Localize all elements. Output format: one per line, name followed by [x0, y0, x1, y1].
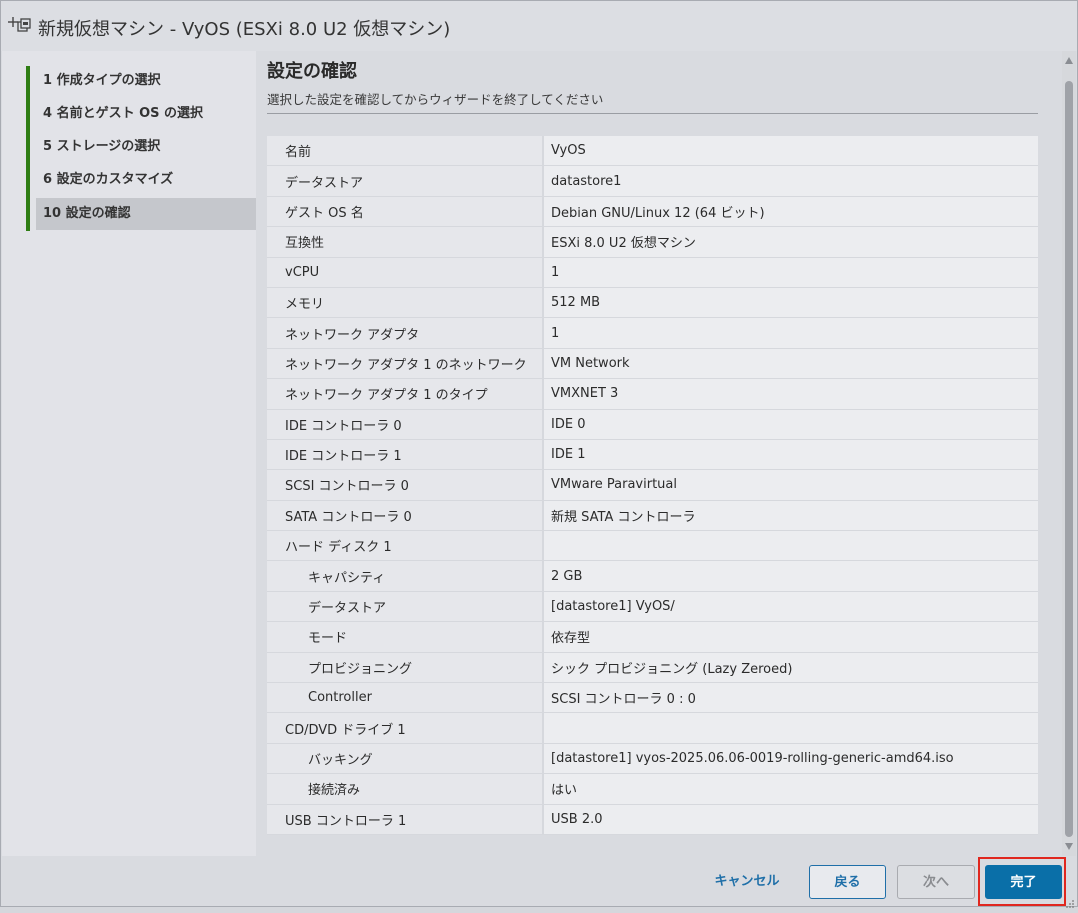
summary-row-key: 名前 [267, 136, 543, 167]
settings-summary-table: 名前 VyOS データストア datastore1 ゲスト OS 名 Debian GNU… [267, 136, 1038, 835]
summary-row: vCPU 1 [267, 257, 1038, 288]
summary-row-key: SATA コントローラ 0 [267, 500, 543, 532]
summary-row-key: メモリ [267, 287, 543, 319]
step-name-and-guest-os[interactable]: 4 名前とゲスト OS の選択 [36, 98, 256, 130]
summary-row-key: ゲスト OS 名 [267, 196, 543, 228]
summary-row-key: キャパシティ [267, 560, 543, 592]
summary-row: 接続済み はい [267, 773, 1038, 805]
summary-row-value: ESXi 8.0 U2 仮想マシン [542, 226, 1038, 258]
summary-row: CD/DVD ドライブ 1 [267, 712, 1038, 744]
scroll-up-arrow-icon[interactable] [1065, 57, 1073, 64]
resize-grip-icon[interactable] [1065, 894, 1075, 908]
back-button[interactable]: 戻る [809, 865, 886, 899]
summary-row-key: バッキング [267, 743, 543, 775]
summary-row-value: VM Network [542, 348, 1038, 380]
summary-row-key: データストア [267, 165, 543, 197]
summary-row: プロビジョニング シック プロビジョニング (Lazy Zeroed) [267, 652, 1038, 684]
main-content: 設定の確認 選択した設定を確認してからウィザードを終了してください 名前 VyOS… [256, 51, 1062, 856]
wizard-steps-sidebar: 1 作成タイプの選択 4 名前とゲスト OS の選択 5 ストレージの選択 6 … [2, 51, 256, 856]
step-select-creation-type[interactable]: 1 作成タイプの選択 [36, 65, 256, 97]
new-vm-icon [7, 15, 31, 37]
summary-row: IDE コントローラ 0 IDE 0 [267, 409, 1038, 440]
cancel-button[interactable]: キャンセル [701, 865, 793, 899]
page-subtitle: 選択した設定を確認してからウィザードを終了してください [267, 92, 604, 107]
summary-row: データストア [datastore1] VyOS/ [267, 591, 1038, 623]
scrollbar-thumb[interactable] [1065, 81, 1073, 837]
summary-row-key: Controller [267, 682, 543, 714]
summary-row: キャパシティ 2 GB [267, 560, 1038, 592]
summary-row-value: SCSI コントローラ 0 : 0 [542, 682, 1038, 714]
step-select-storage[interactable]: 5 ストレージの選択 [36, 131, 256, 163]
wizard-dialog: 新規仮想マシン - VyOS (ESXi 8.0 U2 仮想マシン) 1 作成タ… [0, 0, 1078, 908]
summary-row-value: VMXNET 3 [542, 378, 1038, 410]
dialog-title: 新規仮想マシン - VyOS (ESXi 8.0 U2 仮想マシン) [38, 19, 451, 40]
summary-row-value: はい [542, 773, 1038, 805]
summary-row: USB コントローラ 1 USB 2.0 [267, 804, 1038, 835]
summary-row: ネットワーク アダプタ 1 のタイプ VMXNET 3 [267, 378, 1038, 410]
summary-row: モード 依存型 [267, 621, 1038, 653]
summary-row-value: 1 [542, 317, 1038, 349]
summary-row-value: USB 2.0 [542, 804, 1038, 835]
summary-row: SCSI コントローラ 0 VMware Paravirtual [267, 469, 1038, 501]
summary-row-key: 接続済み [267, 773, 543, 805]
summary-row-key: ハード ディスク 1 [267, 530, 543, 562]
summary-row: Controller SCSI コントローラ 0 : 0 [267, 682, 1038, 714]
summary-row-key: プロビジョニング [267, 652, 543, 684]
step-customize-settings[interactable]: 6 設定のカスタマイズ [36, 164, 256, 196]
vertical-scrollbar[interactable] [1062, 51, 1076, 856]
summary-row-value: シック プロビジョニング (Lazy Zeroed) [542, 652, 1038, 684]
summary-row-value: IDE 1 [542, 439, 1038, 471]
summary-row-value: datastore1 [542, 165, 1038, 197]
summary-row-key: ネットワーク アダプタ 1 のネットワーク [267, 348, 543, 380]
summary-row-value: 2 GB [542, 560, 1038, 592]
summary-row: ネットワーク アダプタ 1 のネットワーク VM Network [267, 348, 1038, 380]
summary-row-value: 512 MB [542, 287, 1038, 319]
summary-row-value: Debian GNU/Linux 12 (64 ビット) [542, 196, 1038, 228]
summary-row: 互換性 ESXi 8.0 U2 仮想マシン [267, 226, 1038, 258]
dialog-footer: キャンセル 戻る 次へ 完了 [1, 856, 1077, 906]
summary-row: ハード ディスク 1 [267, 530, 1038, 562]
summary-row-key: ネットワーク アダプタ 1 のタイプ [267, 378, 543, 410]
summary-row-key: ネットワーク アダプタ [267, 317, 543, 349]
summary-row-value: 依存型 [542, 621, 1038, 653]
next-button[interactable]: 次へ [897, 865, 975, 899]
title-bar: 新規仮想マシン - VyOS (ESXi 8.0 U2 仮想マシン) [1, 1, 1077, 51]
summary-row-value: VyOS [542, 136, 1038, 167]
summary-row-value [542, 712, 1038, 744]
summary-row: ネットワーク アダプタ 1 [267, 317, 1038, 349]
page-title: 設定の確認 [267, 61, 357, 82]
summary-row-key: IDE コントローラ 1 [267, 439, 543, 471]
summary-row-value: [datastore1] vyos-2025.06.06-0019-rollin… [542, 743, 1038, 775]
summary-row-key: IDE コントローラ 0 [267, 409, 543, 440]
summary-row-value: [datastore1] VyOS/ [542, 591, 1038, 623]
summary-row-value: VMware Paravirtual [542, 469, 1038, 501]
summary-row: IDE コントローラ 1 IDE 1 [267, 439, 1038, 471]
steps-progress-bar [26, 66, 30, 231]
step-ready-to-complete[interactable]: 10 設定の確認 [36, 198, 256, 230]
summary-row: ゲスト OS 名 Debian GNU/Linux 12 (64 ビット) [267, 196, 1038, 228]
summary-row: バッキング [datastore1] vyos-2025.06.06-0019-r… [267, 743, 1038, 775]
summary-row-key: vCPU [267, 257, 543, 288]
summary-row-value: IDE 0 [542, 409, 1038, 440]
summary-row-key: CD/DVD ドライブ 1 [267, 712, 543, 744]
summary-row: メモリ 512 MB [267, 287, 1038, 319]
summary-row: SATA コントローラ 0 新規 SATA コントローラ [267, 500, 1038, 532]
summary-row-value: 新規 SATA コントローラ [542, 500, 1038, 532]
summary-row-key: モード [267, 621, 543, 653]
summary-row-key: 互換性 [267, 226, 543, 258]
finish-button-highlight [978, 857, 1066, 906]
header-divider [267, 113, 1038, 114]
summary-row: 名前 VyOS [267, 136, 1038, 167]
scroll-down-arrow-icon[interactable] [1065, 843, 1073, 850]
summary-row-key: データストア [267, 591, 543, 623]
summary-row-key: USB コントローラ 1 [267, 804, 543, 835]
summary-row-value [542, 530, 1038, 562]
summary-row-key: SCSI コントローラ 0 [267, 469, 543, 501]
summary-row-value: 1 [542, 257, 1038, 288]
summary-row: データストア datastore1 [267, 165, 1038, 197]
